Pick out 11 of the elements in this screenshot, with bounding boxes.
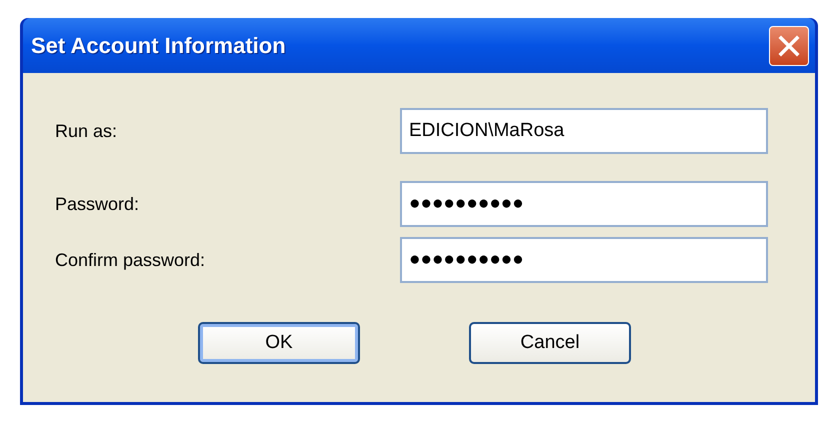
field-label: Run as: bbox=[55, 120, 118, 142]
window-title: Set Account Information bbox=[31, 32, 286, 60]
close-button[interactable] bbox=[769, 26, 809, 66]
field-label: Password: bbox=[55, 192, 140, 216]
input-field[interactable]: ●●●●●●●●●● bbox=[400, 181, 768, 227]
field-label: Confirm password: bbox=[55, 248, 206, 272]
dialog-button[interactable]: Cancel bbox=[469, 322, 631, 364]
input-field[interactable]: EDICION\MaRosa bbox=[400, 108, 768, 154]
close-icon bbox=[778, 34, 800, 56]
dialog-button[interactable]: OK bbox=[198, 322, 360, 364]
input-field[interactable]: ●●●●●●●●●● bbox=[400, 237, 768, 283]
